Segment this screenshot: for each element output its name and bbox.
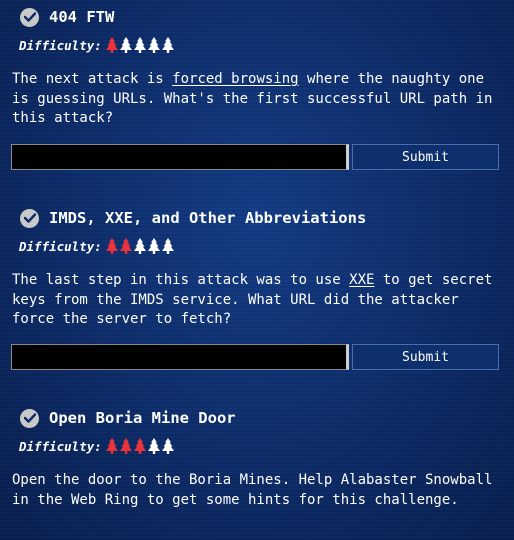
answer-row: Submit bbox=[11, 144, 499, 172]
check-circle-icon bbox=[20, 7, 39, 27]
objective-description: The next attack is forced browsing where… bbox=[12, 70, 502, 129]
tree-icon bbox=[161, 37, 174, 53]
difficulty-row: Difficulty: bbox=[19, 437, 175, 455]
answer-input[interactable] bbox=[11, 344, 349, 370]
difficulty-row: Difficulty: bbox=[19, 36, 175, 54]
check-circle-icon bbox=[20, 408, 39, 428]
objective-description: The last step in this attack was to use … bbox=[12, 271, 502, 330]
tree-icon bbox=[147, 238, 160, 254]
tree-icon bbox=[133, 238, 146, 254]
xxe-link[interactable]: XXE bbox=[349, 272, 374, 288]
difficulty-label: Difficulty: bbox=[19, 238, 102, 254]
tree-icon bbox=[105, 438, 118, 454]
objective-title: Open Boria Mine Door bbox=[49, 409, 236, 427]
check-circle-icon bbox=[20, 208, 39, 228]
difficulty-trees bbox=[105, 238, 175, 254]
difficulty-trees bbox=[105, 438, 175, 454]
tree-icon bbox=[161, 238, 174, 254]
tree-icon bbox=[133, 438, 146, 454]
tree-icon bbox=[133, 37, 146, 53]
difficulty-row: Difficulty: bbox=[19, 237, 175, 255]
tree-icon bbox=[147, 438, 160, 454]
difficulty-label: Difficulty: bbox=[19, 37, 102, 53]
forced-browsing-link[interactable]: forced browsing bbox=[172, 71, 298, 87]
submit-button[interactable]: Submit bbox=[352, 344, 499, 370]
answer-row: Submit bbox=[11, 344, 499, 372]
tree-icon bbox=[147, 37, 160, 53]
objective-title: IMDS, XXE, and Other Abbreviations bbox=[49, 209, 367, 227]
submit-button[interactable]: Submit bbox=[352, 144, 499, 170]
tree-icon bbox=[105, 37, 118, 53]
tree-icon bbox=[161, 438, 174, 454]
objective-title-row: IMDS, XXE, and Other Abbreviations bbox=[20, 208, 366, 228]
objective-description: Open the door to the Boria Mines. Help A… bbox=[12, 471, 502, 510]
description-text: The last step in this attack was to use bbox=[12, 272, 350, 288]
difficulty-label: Difficulty: bbox=[19, 438, 102, 454]
objective-title: 404 FTW bbox=[49, 8, 115, 26]
description-text: Open the door to the Boria Mines. Help A… bbox=[12, 472, 493, 508]
objective-title-row: Open Boria Mine Door bbox=[20, 408, 236, 428]
tree-icon bbox=[119, 37, 132, 53]
tree-icon bbox=[105, 238, 118, 254]
difficulty-trees bbox=[105, 37, 175, 53]
tree-icon bbox=[119, 238, 132, 254]
description-text: The next attack is bbox=[12, 71, 173, 87]
objective-title-row: 404 FTW bbox=[20, 7, 114, 27]
tree-icon bbox=[119, 438, 132, 454]
answer-input[interactable] bbox=[11, 144, 349, 170]
